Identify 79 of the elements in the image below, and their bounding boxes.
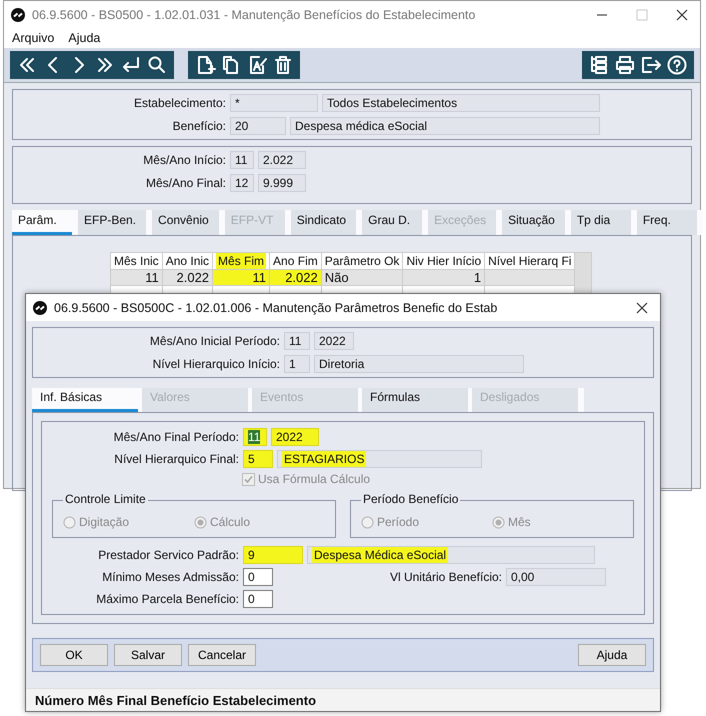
- input-field[interactable]: 2022: [314, 332, 354, 350]
- table-cell: Não: [321, 270, 403, 286]
- field-label: Vl Unitário Benefício:: [388, 570, 502, 584]
- field-label: Prestador Servico Padrão:: [97, 548, 239, 562]
- help-icon[interactable]: [666, 54, 688, 76]
- menu-item[interactable]: Ajuda: [68, 31, 100, 45]
- column-header[interactable]: Niv Hier Início: [402, 252, 485, 270]
- input-field[interactable]: 11: [230, 151, 254, 169]
- input-field[interactable]: 9.999: [258, 174, 306, 192]
- field-label: Nível Hierarquico Final:: [113, 452, 239, 466]
- exit-icon[interactable]: [640, 54, 662, 76]
- input-field[interactable]: 11: [284, 332, 310, 350]
- radio-label: Mês: [508, 515, 531, 529]
- dialog-title: 06.9.5600 - BS0500C - 1.02.01.006 - Manutenção Parâmetros Benefic do Estab: [54, 300, 498, 314]
- input-field[interactable]: 12: [230, 174, 254, 192]
- table-cell: 11: [110, 270, 162, 286]
- group-title: Controle Limite: [63, 492, 148, 506]
- app-logo-icon: [32, 300, 48, 316]
- window-title: 06.9.5600 - BS0500 - 1.02.01.031 - Manutenção Benefícios do Estabelecimento: [32, 8, 476, 22]
- column-header[interactable]: Nível Hierarq Fi: [484, 252, 575, 270]
- field-label: Mês/Ano Início:: [142, 153, 226, 167]
- close-icon[interactable]: [676, 8, 688, 20]
- input-field[interactable]: 0: [243, 590, 273, 608]
- menu-item[interactable]: Arquivo: [12, 31, 54, 45]
- input-field[interactable]: 11: [243, 428, 267, 446]
- column-header[interactable]: Mês Fim: [212, 252, 270, 270]
- input-field[interactable]: 2022: [271, 428, 319, 446]
- input-field[interactable]: 1: [284, 355, 310, 373]
- status-bar: Número Mês Final Benefício Estabelecimento: [26, 688, 660, 711]
- input-field[interactable]: 9: [243, 546, 303, 564]
- input-field[interactable]: Diretoria: [314, 355, 524, 373]
- input-field[interactable]: Despesa médica eSocial: [290, 117, 600, 135]
- input-field[interactable]: 0: [243, 568, 273, 586]
- close-icon[interactable]: [636, 302, 648, 314]
- field-label: Benefício:: [172, 119, 226, 133]
- radio-label: Cálculo: [210, 515, 250, 529]
- table-cell: 2.022: [270, 270, 322, 286]
- table-cell: 1: [402, 270, 485, 286]
- dialog-button[interactable]: Cancelar: [188, 644, 256, 666]
- input-field[interactable]: 0,00: [506, 568, 606, 586]
- dialog-button[interactable]: OK: [40, 644, 108, 666]
- field-label: Mês/Ano Final Período:: [112, 430, 239, 444]
- column-header[interactable]: Mês Inic: [110, 252, 162, 270]
- help-button[interactable]: Ajuda: [578, 644, 646, 666]
- tab[interactable]: Situação: [502, 210, 565, 235]
- tab[interactable]: Tp dia: [570, 210, 631, 235]
- delete-icon[interactable]: [272, 54, 294, 76]
- table-cell: 2.022: [162, 270, 213, 286]
- tab[interactable]: Freq.: [636, 210, 697, 235]
- table-row[interactable]: 11 2.022 11 2.022 Não 1: [110, 270, 592, 286]
- dialog-button[interactable]: Salvar: [114, 644, 182, 666]
- search-icon[interactable]: [146, 54, 168, 76]
- tab[interactable]: Convênio: [152, 210, 219, 235]
- column-header[interactable]: Parâmetro Ok: [321, 252, 403, 270]
- radio-label: Digitação: [79, 515, 130, 529]
- app-logo-icon: [10, 6, 26, 22]
- checkbox-label: Usa Fórmula Cálculo: [258, 472, 370, 486]
- field-label: Mínimo Meses Admissão:: [101, 570, 239, 584]
- input-field[interactable]: Despesa Médica eSocial: [307, 546, 595, 564]
- field-label: Mês/Ano Inicial Período:: [148, 334, 280, 348]
- tab[interactable]: Sindicato: [290, 210, 356, 235]
- table-cell: 11: [212, 270, 270, 286]
- input-field[interactable]: Todos Estabelecimentos: [322, 94, 600, 112]
- tab[interactable]: Grau D.: [362, 210, 422, 235]
- field-label: Nível Hierarquico Início:: [152, 357, 280, 371]
- group-title: Período Benefício: [361, 492, 460, 506]
- tab[interactable]: EFP-Ben.: [78, 210, 146, 235]
- input-field[interactable]: 20: [230, 117, 286, 135]
- field-label: Mês/Ano Final:: [144, 176, 226, 190]
- radio-label: Período: [377, 515, 420, 529]
- input-field[interactable]: ESTAGIARIOS: [277, 450, 482, 468]
- field-label: Estabelecimento:: [132, 96, 226, 110]
- input-field[interactable]: 2.022: [258, 151, 306, 169]
- tree-structure-icon[interactable]: [588, 54, 610, 76]
- field-label: Máximo Parcela Benefício:: [95, 592, 239, 606]
- input-field[interactable]: *: [230, 94, 318, 112]
- tab[interactable]: Fórmulas: [362, 388, 468, 412]
- print-icon[interactable]: [614, 54, 636, 76]
- input-field[interactable]: 5: [243, 450, 273, 468]
